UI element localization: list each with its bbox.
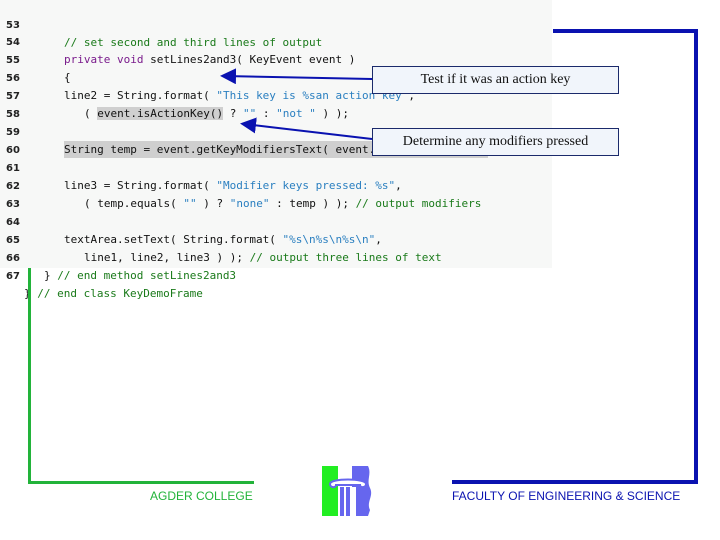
arrow-modifiers	[240, 117, 373, 140]
footer-left-text: AGDER COLLEGE	[150, 489, 253, 503]
college-logo-icon	[322, 466, 372, 516]
footer-right-text: FACULTY OF ENGINEERING & SCIENCE	[452, 489, 681, 503]
callout-action-key: Test if it was an action key	[372, 66, 619, 94]
callout-modifiers: Determine any modifiers pressed	[372, 128, 619, 156]
arrow-action-key	[220, 68, 373, 85]
